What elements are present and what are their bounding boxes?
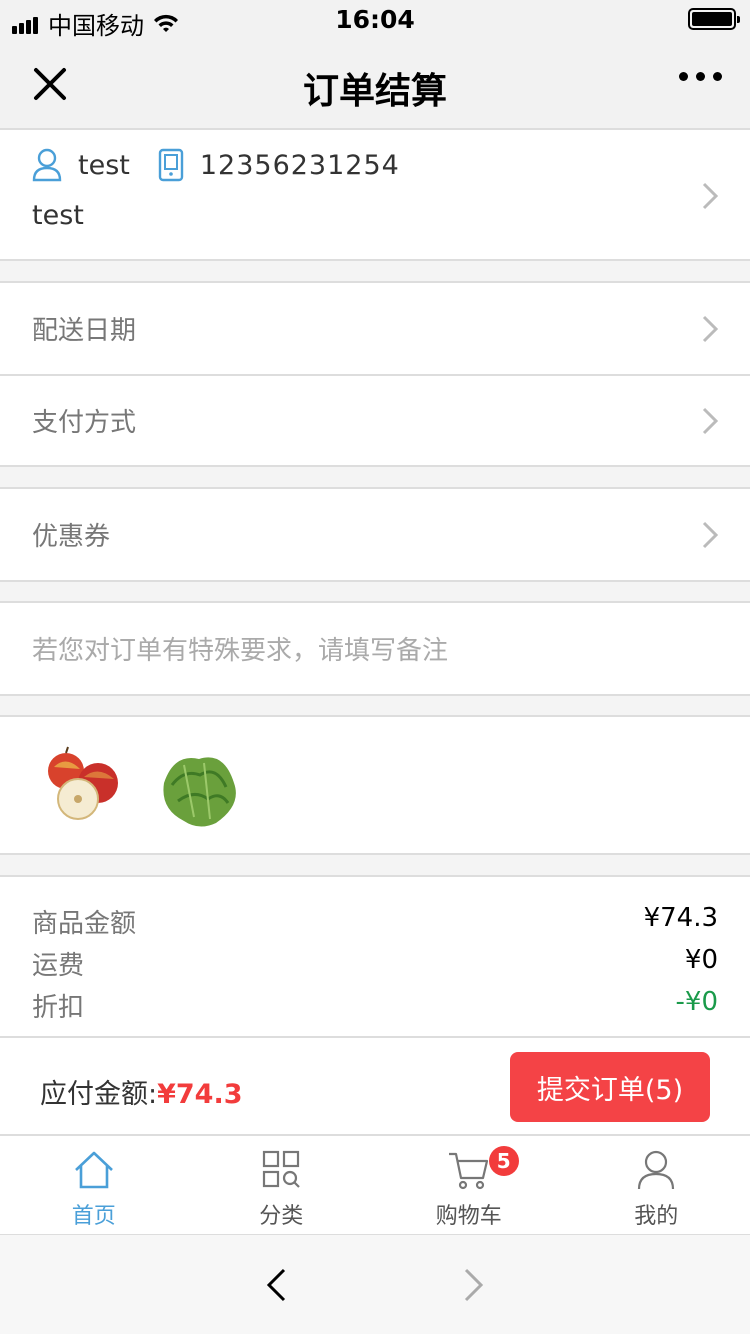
- payable-value: ¥74.3: [157, 1079, 243, 1110]
- goods-amount-label: 商品金额: [32, 909, 137, 939]
- payment-method-label: 支付方式: [32, 408, 137, 438]
- remark-section: 若您对订单有特殊要求，请填写备注: [0, 601, 750, 696]
- price-summary-section: 商品金额 ¥74.3 运费 ¥0 折扣 -¥0: [0, 875, 750, 1038]
- browser-toolbar: [0, 1234, 750, 1334]
- tab-home[interactable]: 首页: [0, 1136, 188, 1234]
- coupon-row[interactable]: 优惠券: [0, 489, 750, 580]
- shipping-value: ¥0: [684, 945, 718, 975]
- cart-icon: [448, 1152, 488, 1190]
- status-bar: 中国移动 16:04: [0, 0, 750, 40]
- payable-amount: 应付金额:¥74.3: [40, 1072, 243, 1111]
- chevron-right-icon: [702, 182, 718, 210]
- lettuce-image: [163, 757, 236, 827]
- address-section[interactable]: test 12356231254 test: [0, 128, 750, 261]
- delivery-date-row[interactable]: 配送日期: [0, 283, 750, 374]
- goods-amount-value: ¥74.3: [643, 903, 718, 933]
- recipient-phone: 12356231254: [199, 149, 400, 181]
- address-detail: test: [32, 200, 84, 231]
- tab-bar: 首页 分类 5 购物车 我的: [0, 1136, 750, 1234]
- shipping-row: 运费 ¥0: [32, 945, 718, 982]
- goods-section[interactable]: [0, 715, 750, 855]
- discount-label: 折扣: [32, 993, 85, 1023]
- home-icon: [74, 1151, 113, 1189]
- battery-icon: [688, 8, 740, 30]
- tab-category-label: 分类: [259, 1204, 304, 1229]
- tab-mine[interactable]: 我的: [563, 1136, 750, 1234]
- user-icon: [638, 1150, 675, 1190]
- recipient-name: test: [78, 149, 130, 181]
- category-icon: [263, 1150, 301, 1188]
- chevron-right-icon: [702, 521, 718, 548]
- goods-amount-row: 商品金额 ¥74.3: [32, 903, 718, 940]
- cart-badge: 5: [488, 1146, 519, 1176]
- payment-method-row[interactable]: 支付方式: [0, 374, 750, 465]
- chevron-right-icon: [702, 315, 718, 342]
- coupon-section: 优惠券: [0, 487, 750, 582]
- pay-bar: 应付金额:¥74.3 提交订单(5): [0, 1038, 750, 1136]
- phone-icon: [158, 148, 184, 182]
- nav-bar: 订单结算: [0, 40, 750, 128]
- shipping-label: 运费: [32, 951, 85, 981]
- delivery-payment-section: 配送日期 支付方式: [0, 281, 750, 467]
- back-arrow-icon[interactable]: [264, 1267, 288, 1303]
- more-icon[interactable]: [679, 72, 722, 81]
- payable-label: 应付金额:: [40, 1079, 158, 1110]
- apple-image: [48, 746, 118, 820]
- tab-mine-label: 我的: [634, 1204, 679, 1229]
- status-time: 16:04: [335, 5, 415, 34]
- user-icon: [32, 148, 62, 182]
- tab-cart-label: 购物车: [435, 1204, 502, 1229]
- tab-cart[interactable]: 5 购物车: [375, 1136, 563, 1234]
- tab-home-label: 首页: [71, 1204, 116, 1229]
- discount-row: 折扣 -¥0: [32, 987, 718, 1024]
- coupon-label: 优惠券: [32, 522, 111, 552]
- tab-category[interactable]: 分类: [188, 1136, 376, 1234]
- submit-order-button[interactable]: 提交订单(5): [510, 1052, 710, 1122]
- chevron-right-icon: [702, 407, 718, 434]
- discount-value: -¥0: [675, 987, 718, 1017]
- forward-arrow-icon[interactable]: [462, 1267, 486, 1303]
- remark-placeholder: 若您对订单有特殊要求，请填写备注: [32, 636, 449, 666]
- remark-input[interactable]: 若您对订单有特殊要求，请填写备注: [0, 603, 750, 694]
- delivery-date-label: 配送日期: [32, 316, 137, 346]
- page-title: 订单结算: [302, 71, 447, 112]
